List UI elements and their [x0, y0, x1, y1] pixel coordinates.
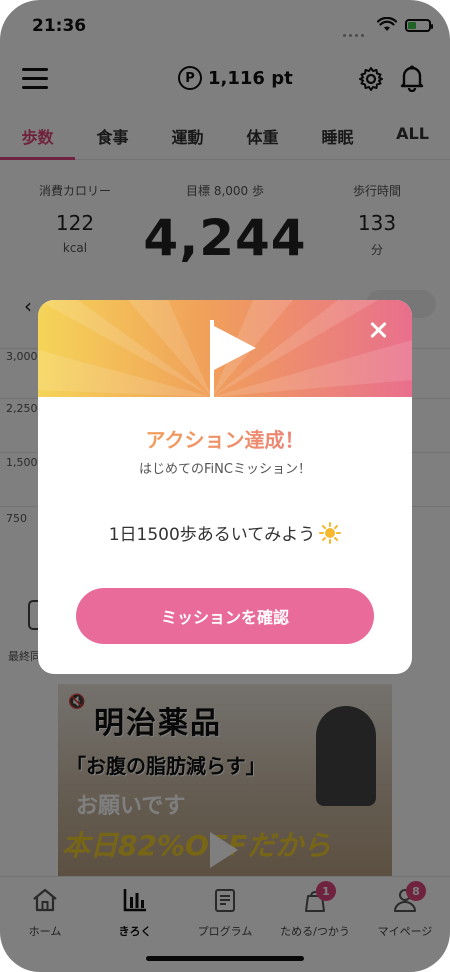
confirm-mission-button[interactable]: ミッションを確認 [76, 588, 374, 644]
mission-complete-dialog: アクション達成！ はじめてのFiNCミッション！ 1日1500歩あるいてみよう … [38, 300, 412, 674]
dialog-banner [38, 300, 412, 397]
mission-label: 1日1500歩あるいてみよう [108, 525, 316, 545]
close-icon[interactable] [368, 320, 388, 340]
app-screen: 21:36 P 1,116 pt 歩数 食事 運動 体重 睡眠 ALL [0, 0, 450, 972]
sun-icon [319, 522, 342, 544]
mission-text: 1日1500歩あるいてみよう [38, 520, 412, 545]
dialog-title: アクション達成！ [38, 424, 412, 453]
dialog-subtitle: はじめてのFiNCミッション！ [139, 462, 311, 477]
flag-icon [214, 326, 256, 370]
